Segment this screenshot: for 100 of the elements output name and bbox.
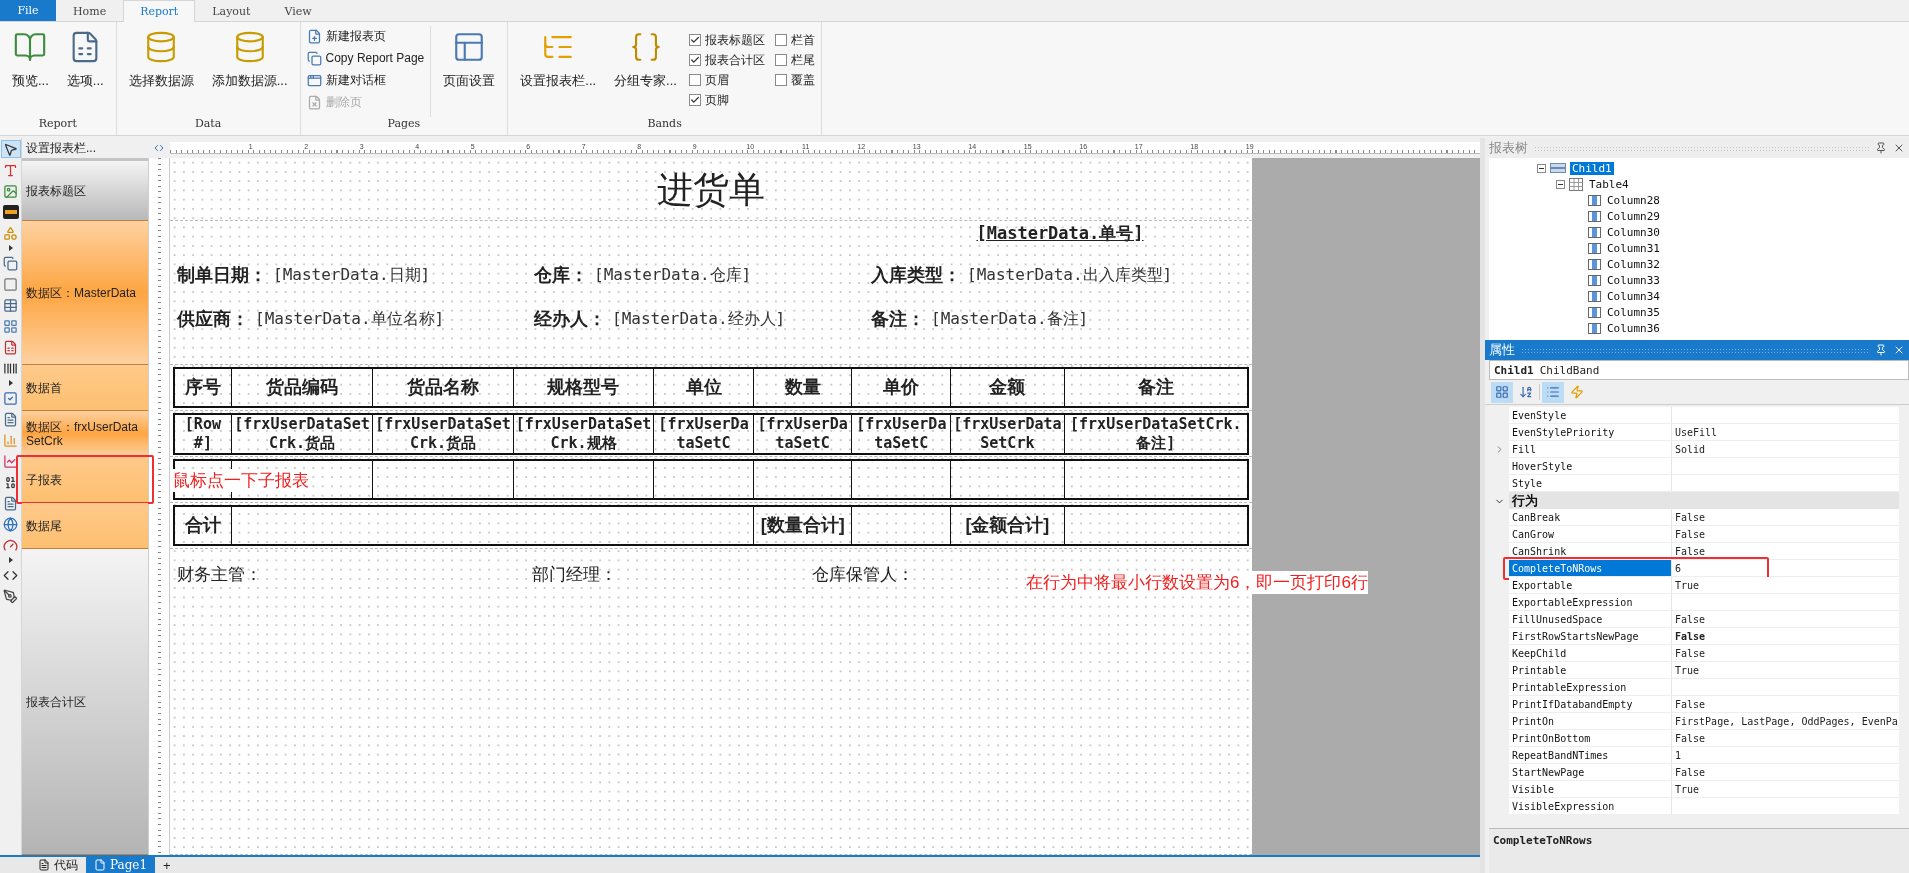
property-name[interactable]: Exportable bbox=[1509, 577, 1672, 594]
tree-item[interactable]: Column33 bbox=[1605, 273, 1662, 287]
tree-item[interactable]: Column36 bbox=[1605, 321, 1662, 335]
property-value[interactable]: False bbox=[1672, 730, 1899, 747]
band-checkbox[interactable]: 页眉 bbox=[688, 70, 765, 90]
property-value[interactable]: False bbox=[1672, 526, 1899, 543]
band-checkbox[interactable]: 覆盖 bbox=[774, 70, 815, 90]
svg-badge-icon[interactable] bbox=[0, 203, 21, 221]
pin-icon[interactable] bbox=[1875, 344, 1887, 356]
property-name[interactable]: FillUnusedSpace bbox=[1509, 611, 1672, 628]
band-label[interactable]: 数据区：frxUserDataSetCrk bbox=[22, 411, 148, 457]
close-icon[interactable] bbox=[1893, 344, 1905, 356]
band-label[interactable]: 数据尾 bbox=[22, 503, 148, 549]
band-checkbox[interactable]: 页脚 bbox=[688, 90, 765, 110]
property-name[interactable]: VisibleExpression bbox=[1509, 798, 1672, 815]
pointer-icon[interactable] bbox=[0, 140, 21, 158]
property-name[interactable]: HoverStyle bbox=[1509, 458, 1672, 475]
property-name[interactable]: CompleteToNRows bbox=[1509, 560, 1672, 577]
tree-item[interactable]: Column31 bbox=[1605, 241, 1662, 255]
ribbon-button[interactable]: 选择数据源 bbox=[122, 26, 200, 117]
page-tab[interactable]: 代码 bbox=[30, 857, 86, 873]
tree-item[interactable]: Column30 bbox=[1605, 225, 1662, 239]
category-label[interactable]: 行为 bbox=[1509, 492, 1899, 510]
property-name[interactable]: Visible bbox=[1509, 781, 1672, 798]
ribbon-button[interactable]: 选项... bbox=[60, 26, 110, 117]
ribbon-tab[interactable]: Layout bbox=[195, 0, 268, 22]
tree-item[interactable]: Table4 bbox=[1587, 177, 1631, 191]
close-icon[interactable] bbox=[1893, 142, 1905, 154]
property-name[interactable]: EvenStylePriority bbox=[1509, 424, 1672, 441]
band-checkbox[interactable]: 报表标题区 bbox=[688, 30, 765, 50]
page-tab[interactable]: Page1 bbox=[86, 857, 156, 873]
property-value[interactable]: False bbox=[1672, 696, 1899, 713]
property-name[interactable]: PrintIfDatabandEmpty bbox=[1509, 696, 1672, 713]
tree-item[interactable]: Child1 bbox=[1570, 161, 1614, 175]
checkbox[interactable] bbox=[688, 74, 701, 86]
property-name[interactable]: Fill bbox=[1509, 441, 1672, 458]
property-value[interactable]: Solid bbox=[1672, 441, 1899, 458]
ribbon-tab[interactable]: View bbox=[267, 0, 329, 22]
checkbox[interactable] bbox=[688, 94, 701, 106]
property-value[interactable]: False bbox=[1672, 645, 1899, 662]
tree-item[interactable]: Column28 bbox=[1605, 193, 1662, 207]
property-name[interactable]: RepeatBandNTimes bbox=[1509, 747, 1672, 764]
property-value[interactable]: False bbox=[1672, 764, 1899, 781]
property-name[interactable]: EvenStyle bbox=[1509, 407, 1672, 424]
property-name[interactable]: StartNewPage bbox=[1509, 764, 1672, 781]
property-name[interactable]: PrintableExpression bbox=[1509, 679, 1672, 696]
tree-item[interactable]: Column34 bbox=[1605, 289, 1662, 303]
band-checkbox[interactable]: 栏首 bbox=[774, 30, 815, 50]
property-name[interactable]: PrintOn bbox=[1509, 713, 1672, 730]
bands-menu[interactable]: 设置报表栏... bbox=[22, 139, 148, 157]
property-value[interactable]: FirstPage, LastPage, OddPages, EvenPa bbox=[1672, 713, 1899, 730]
property-value[interactable]: False bbox=[1672, 628, 1899, 645]
tree-item[interactable]: Column35 bbox=[1605, 305, 1662, 319]
ribbon-button[interactable]: 页面设置 bbox=[437, 26, 502, 117]
expand-arrow-icon[interactable] bbox=[8, 557, 13, 563]
band-label[interactable]: 报表合计区 bbox=[22, 549, 148, 855]
band-checkbox[interactable]: 栏尾 bbox=[774, 50, 815, 70]
properties-icon[interactable] bbox=[1542, 381, 1564, 403]
ribbon-button[interactable]: 添加数据源... bbox=[205, 26, 294, 117]
property-name[interactable]: Style bbox=[1509, 475, 1672, 492]
expander-icon[interactable] bbox=[1537, 163, 1546, 173]
property-value[interactable]: True bbox=[1672, 781, 1899, 798]
ribbon-tab[interactable]: Home bbox=[56, 0, 124, 22]
tree-item[interactable]: Column29 bbox=[1605, 209, 1662, 223]
property-value[interactable]: True bbox=[1672, 662, 1899, 679]
property-name[interactable]: CanBreak bbox=[1509, 509, 1672, 526]
expand-arrow-icon[interactable] bbox=[8, 380, 13, 386]
ribbon-button[interactable]: 新建报表页 bbox=[306, 26, 425, 46]
property-name[interactable]: PrintOnBottom bbox=[1509, 730, 1672, 747]
ribbon-button[interactable]: Copy Report Page bbox=[306, 48, 425, 68]
ribbon-tab[interactable]: Report bbox=[123, 0, 196, 22]
ribbon-button[interactable]: 预览... bbox=[6, 26, 55, 117]
band-label[interactable]: 数据首 bbox=[22, 365, 148, 411]
file-tab[interactable]: File bbox=[0, 0, 56, 21]
checkbox[interactable] bbox=[774, 54, 787, 66]
checkbox[interactable] bbox=[774, 74, 787, 86]
ribbon-button[interactable]: 设置报表栏... bbox=[514, 26, 603, 117]
checkbox[interactable] bbox=[688, 54, 701, 66]
property-name[interactable]: CanGrow bbox=[1509, 526, 1672, 543]
expand-arrow-icon[interactable] bbox=[8, 245, 13, 251]
property-name[interactable]: ExportableExpression bbox=[1509, 594, 1672, 611]
band-checkbox[interactable]: 报表合计区 bbox=[688, 50, 765, 70]
property-value[interactable]: False bbox=[1672, 543, 1899, 560]
property-value[interactable]: 1 bbox=[1672, 747, 1899, 764]
ribbon-button[interactable]: 分组专家... bbox=[608, 26, 683, 117]
property-name[interactable]: KeepChild bbox=[1509, 645, 1672, 662]
ribbon-button[interactable]: 新建对话框 bbox=[306, 70, 425, 90]
property-value[interactable]: UseFill bbox=[1672, 424, 1899, 441]
property-value[interactable]: 6 bbox=[1672, 560, 1899, 577]
pin-icon[interactable] bbox=[1875, 142, 1887, 154]
categorized-icon[interactable] bbox=[1491, 381, 1513, 403]
add-page-tab[interactable]: + bbox=[155, 857, 179, 873]
tree-item[interactable]: Column32 bbox=[1605, 257, 1662, 271]
band-label[interactable]: 报表标题区 bbox=[22, 161, 148, 221]
property-name[interactable]: FirstRowStartsNewPage bbox=[1509, 628, 1672, 645]
property-value[interactable]: True bbox=[1672, 577, 1899, 594]
property-name[interactable]: Printable bbox=[1509, 662, 1672, 679]
property-value[interactable]: False bbox=[1672, 611, 1899, 628]
checkbox[interactable] bbox=[774, 34, 787, 46]
band-label[interactable]: 数据区：MasterData bbox=[22, 221, 148, 365]
